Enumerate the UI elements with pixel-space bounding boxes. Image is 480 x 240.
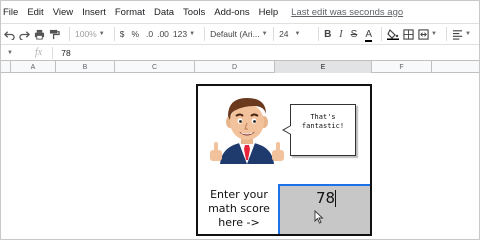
toolbar-divider bbox=[69, 27, 70, 41]
toolbar-divider bbox=[204, 27, 206, 41]
formula-bar: ▼ fx 78 bbox=[1, 44, 479, 60]
borders-icon bbox=[403, 28, 414, 40]
font-size-select[interactable]: 24 ▼ bbox=[279, 25, 309, 43]
mouse-pointer-icon bbox=[314, 210, 324, 224]
speech-bubble: That's fantastic! bbox=[282, 104, 356, 156]
merge-cells-button[interactable]: ▼ bbox=[418, 25, 437, 43]
chevron-down-icon: ▼ bbox=[464, 31, 471, 37]
chevron-down-icon: ▼ bbox=[294, 31, 301, 37]
menu-data[interactable]: Data bbox=[154, 7, 174, 18]
increase-decimal-button[interactable]: .00 bbox=[157, 25, 169, 43]
menu-help[interactable]: Help bbox=[259, 7, 279, 18]
chevron-down-icon: ▼ bbox=[261, 31, 268, 37]
embedded-image[interactable]: That's fantastic! Enter your math score … bbox=[196, 84, 372, 236]
currency-format-button[interactable]: $ bbox=[120, 25, 125, 43]
score-value: 78 bbox=[316, 189, 336, 207]
spreadsheet-window: File Edit View Insert Format Data Tools … bbox=[0, 0, 480, 240]
formula-divider bbox=[52, 46, 54, 59]
horizontal-align-button[interactable]: ▼ bbox=[452, 25, 471, 43]
text-color-button[interactable]: A bbox=[365, 25, 372, 43]
decrease-decimal-button[interactable]: .0 bbox=[146, 25, 153, 43]
menu-file[interactable]: File bbox=[3, 7, 18, 18]
column-header-row: A B C D E F bbox=[1, 60, 479, 73]
toolbar-divider bbox=[318, 27, 320, 41]
font-value: Default (Ari... bbox=[210, 29, 260, 39]
chevron-down-icon: ▼ bbox=[7, 49, 13, 56]
paint-format-icon bbox=[49, 29, 60, 39]
column-header-b[interactable]: B bbox=[56, 61, 115, 73]
toolbar: 100% ▼ $ % .0 .00 123 ▼ Default (Ari... ▼ 2… bbox=[1, 23, 479, 44]
column-header-f[interactable]: F bbox=[372, 61, 432, 73]
paint-format-button[interactable] bbox=[49, 25, 60, 43]
zoom-value: 100% bbox=[75, 29, 97, 39]
column-header-c[interactable]: C bbox=[115, 61, 195, 73]
more-formats-label: 123 bbox=[172, 29, 188, 39]
more-formats-button[interactable]: 123 ▼ bbox=[173, 25, 195, 43]
formula-input[interactable]: 78 bbox=[61, 48, 70, 58]
print-icon bbox=[34, 29, 45, 40]
speech-bubble-tail bbox=[282, 125, 291, 135]
name-box[interactable]: ▼ bbox=[1, 50, 29, 56]
font-size-value: 24 bbox=[279, 29, 289, 39]
italic-button[interactable]: I bbox=[339, 25, 342, 43]
redo-icon bbox=[19, 30, 30, 40]
menu-addons[interactable]: Add-ons bbox=[214, 7, 249, 18]
align-left-icon bbox=[452, 29, 463, 40]
toolbar-divider bbox=[113, 27, 115, 41]
score-input-cell[interactable]: 78 bbox=[278, 184, 370, 234]
undo-button[interactable] bbox=[4, 25, 15, 43]
undo-icon bbox=[4, 30, 15, 40]
column-header-g[interactable] bbox=[432, 61, 479, 73]
score-prompt: Enter your math score here -> bbox=[208, 188, 270, 229]
speech-text: That's fantastic! bbox=[301, 113, 345, 130]
text-cursor bbox=[335, 190, 336, 207]
print-button[interactable] bbox=[34, 25, 45, 43]
borders-button[interactable] bbox=[403, 25, 414, 43]
column-header-a[interactable]: A bbox=[11, 61, 56, 73]
paint-bucket-icon bbox=[386, 28, 399, 40]
zoom-select[interactable]: 100% ▼ bbox=[75, 25, 105, 43]
menu-edit[interactable]: Edit bbox=[27, 7, 43, 18]
menu-view[interactable]: View bbox=[53, 7, 73, 18]
redo-button[interactable] bbox=[19, 25, 30, 43]
teacher-illustration bbox=[210, 98, 284, 164]
fx-icon: fx bbox=[35, 47, 43, 58]
column-header-d[interactable]: D bbox=[195, 61, 275, 73]
strikethrough-button[interactable]: S bbox=[351, 25, 358, 43]
chevron-down-icon: ▼ bbox=[189, 31, 196, 37]
bold-button[interactable]: B bbox=[324, 25, 331, 43]
font-select[interactable]: Default (Ari... ▼ bbox=[210, 25, 268, 43]
merge-cells-icon bbox=[418, 28, 429, 40]
menu-insert[interactable]: Insert bbox=[82, 7, 106, 18]
fill-color-button[interactable] bbox=[386, 25, 399, 43]
toolbar-divider bbox=[380, 27, 382, 41]
last-edit-link[interactable]: Last edit was seconds ago bbox=[291, 7, 403, 18]
menu-tools[interactable]: Tools bbox=[183, 7, 205, 18]
column-header-e[interactable]: E bbox=[275, 61, 372, 73]
menu-bar: File Edit View Insert Format Data Tools … bbox=[1, 1, 479, 23]
corner-cell[interactable] bbox=[1, 61, 11, 73]
percent-format-button[interactable]: % bbox=[131, 25, 139, 43]
menu-format[interactable]: Format bbox=[115, 7, 145, 18]
chevron-down-icon: ▼ bbox=[430, 31, 437, 37]
toolbar-divider bbox=[273, 27, 275, 41]
chevron-down-icon: ▼ bbox=[98, 31, 105, 37]
toolbar-divider bbox=[445, 27, 447, 41]
